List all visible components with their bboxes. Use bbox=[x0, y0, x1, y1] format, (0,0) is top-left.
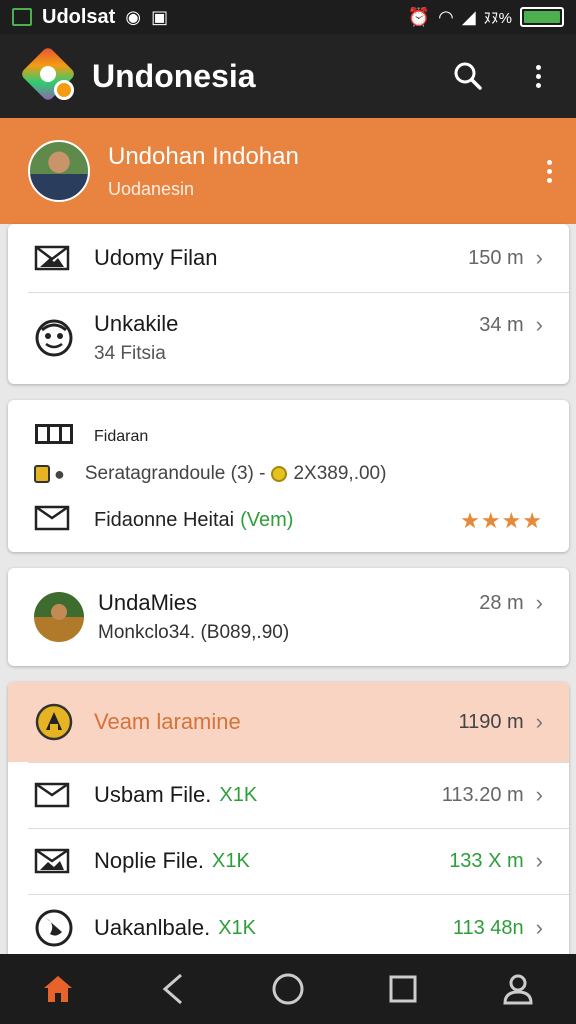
card-detail: Seratagrandoule (3) - bbox=[84, 463, 266, 484]
list-header-title: Veam laramine bbox=[94, 709, 241, 734]
signal-icon: ◢ bbox=[461, 6, 476, 27]
list-item-tag: X1K bbox=[218, 916, 256, 939]
chevron-right-icon: › bbox=[535, 915, 543, 940]
profile-header[interactable]: Undohan Indohan Uodanesin bbox=[0, 118, 576, 224]
list-item-distance: 1190 m bbox=[458, 710, 524, 733]
wifi-icon: ◠ bbox=[438, 6, 454, 27]
mail-icon bbox=[34, 244, 74, 272]
card-fidaran[interactable]: Fidaran ● Seratagrandoule (3) - 2X389,.0… bbox=[8, 400, 569, 552]
chevron-right-icon: › bbox=[535, 848, 543, 873]
app-title: Undonesia bbox=[92, 57, 256, 94]
list-item-title: Unkakile bbox=[94, 311, 179, 336]
list-item-title: Noplie File. bbox=[94, 848, 205, 873]
list-item-title: Usbam File. bbox=[94, 782, 212, 807]
list-item-distance: 150 m bbox=[468, 246, 524, 269]
list-item-distance: 28 m bbox=[479, 591, 524, 614]
recents-icon[interactable] bbox=[373, 959, 433, 1019]
bottom-nav bbox=[0, 954, 576, 1024]
chevron-right-icon: › bbox=[535, 312, 543, 337]
back-icon[interactable] bbox=[143, 959, 203, 1019]
status-app-name: Udolsat bbox=[42, 5, 116, 28]
coin-icon bbox=[34, 465, 50, 483]
card-file-list: Veam laramine 1190 m › Usbam File. X1K 113… bbox=[8, 682, 569, 962]
avatar[interactable] bbox=[28, 140, 90, 202]
search-icon[interactable] bbox=[450, 58, 486, 94]
alarm-icon: ⏰ bbox=[407, 6, 431, 27]
chevron-right-icon: › bbox=[535, 709, 543, 734]
gallery-icon bbox=[12, 8, 32, 26]
globe-icon bbox=[34, 908, 74, 948]
rating-stars: ★★★★ bbox=[460, 507, 543, 533]
mail-icon bbox=[34, 505, 74, 536]
list-item[interactable]: Uakanlbale. X1K 113 48n › bbox=[8, 894, 569, 962]
list-item-distance: 113.20 m bbox=[441, 783, 524, 806]
profile-more-icon[interactable] bbox=[547, 159, 552, 183]
home-icon[interactable] bbox=[28, 959, 88, 1019]
card-title: Fidaran bbox=[94, 427, 149, 445]
list-item-title: Udomy Filan bbox=[94, 245, 218, 270]
list-header[interactable]: Veam laramine 1190 m › bbox=[8, 682, 569, 762]
app-logo-icon bbox=[19, 45, 77, 103]
list-item-distance: 34 m bbox=[479, 313, 524, 336]
profile-subtitle: Uodanesin bbox=[108, 178, 195, 199]
list-item-distance: 113 48n bbox=[452, 916, 524, 939]
profile-name: Undohan Indohan bbox=[108, 142, 299, 170]
chrome-icon: ◉ bbox=[125, 6, 142, 27]
chevron-right-icon: › bbox=[535, 245, 543, 270]
mail-icon bbox=[34, 848, 74, 874]
card-detail-amount: 2X389,.00) bbox=[293, 463, 387, 484]
avatar bbox=[34, 592, 84, 642]
list-item-distance: 133 X m bbox=[449, 849, 524, 872]
signal-text: ﾇﾇ% bbox=[483, 9, 512, 27]
chevron-right-icon: › bbox=[535, 590, 543, 615]
list-item[interactable]: Unkakile 34 Fitsia 34 m › bbox=[8, 292, 569, 384]
card-person[interactable]: UndaMies Monkclo34. (B089,.90) 28 m › bbox=[8, 568, 569, 666]
list-item-title: UndaMies bbox=[98, 590, 198, 615]
pin-icon: ● bbox=[54, 463, 65, 484]
profile-icon[interactable] bbox=[488, 959, 548, 1019]
list-item-tag: X1K bbox=[212, 849, 250, 872]
list-item-title: Uakanlbale. bbox=[94, 915, 211, 940]
mail-icon bbox=[34, 782, 74, 808]
battery-icon bbox=[520, 7, 564, 27]
gold-coin-icon bbox=[271, 466, 288, 482]
list-item-subtitle: Monkclo34. (B089,.90) bbox=[98, 622, 290, 643]
badge-icon bbox=[34, 702, 74, 742]
chevron-right-icon: › bbox=[535, 782, 543, 807]
list-item[interactable]: Udomy Filan 150 m › bbox=[8, 224, 569, 292]
list-item[interactable]: UndaMies Monkclo34. (B089,.90) 28 m › bbox=[8, 568, 569, 666]
list-item[interactable]: Noplie File. X1K 133 X m › bbox=[8, 828, 569, 894]
card-row-title: Fidaonne Heitai bbox=[94, 509, 235, 531]
app-bar: Undonesia bbox=[0, 34, 576, 118]
more-options-icon[interactable] bbox=[520, 58, 556, 94]
status-bar: Udolsat ◉ ▣ ⏰ ◠ ◢ ﾇﾇ% bbox=[0, 0, 576, 34]
home-circle-icon[interactable] bbox=[258, 959, 318, 1019]
list-item-tag: X1K bbox=[219, 783, 258, 806]
card-files: Udomy Filan 150 m › Unkakile 34 Fitsia 34… bbox=[8, 224, 569, 384]
face-icon bbox=[34, 318, 74, 358]
id-card-icon bbox=[34, 422, 74, 451]
image-icon: ▣ bbox=[151, 6, 169, 27]
card-row-tag: (Vem) bbox=[240, 509, 294, 531]
list-item-subtitle: 34 Fitsia bbox=[94, 343, 166, 364]
list-item[interactable]: Usbam File. X1K 113.20 m › bbox=[8, 762, 569, 828]
